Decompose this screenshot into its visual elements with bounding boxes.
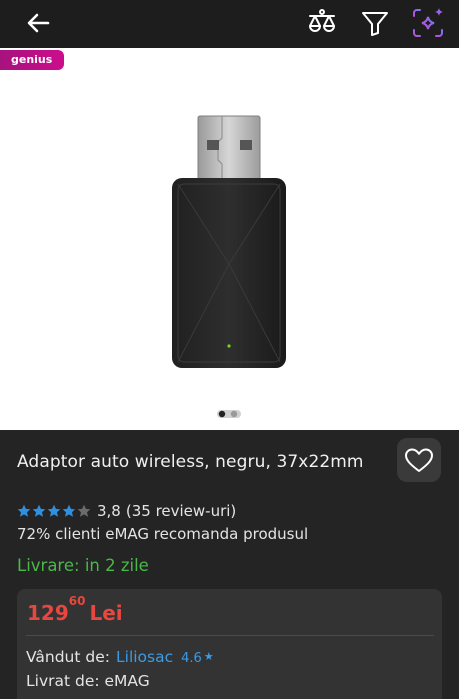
- review-count: (35 review-uri): [125, 502, 237, 520]
- sparkle-search-icon[interactable]: [411, 6, 445, 40]
- rating-row[interactable]: 3,8 (35 review-uri): [17, 501, 236, 521]
- top-bar: [0, 0, 459, 48]
- divider: [26, 635, 434, 636]
- star-icon: [17, 504, 31, 517]
- product-title: Adaptor auto wireless, negru, 37x22mm: [17, 452, 364, 472]
- sold-by: Vândut de: Liliosac 4.6 ★: [26, 648, 214, 666]
- price: 12960 Lei: [27, 594, 123, 625]
- star-icon: [77, 504, 91, 517]
- gallery-pagination[interactable]: [216, 408, 242, 420]
- shipped-by: Livrat de: eMAG: [26, 672, 150, 690]
- delivery-info: Livrare: in 2 zile: [17, 556, 149, 575]
- star-icon: [32, 504, 46, 517]
- product-gallery[interactable]: genius: [0, 48, 459, 430]
- favorite-button[interactable]: [397, 438, 441, 482]
- price-decimals: 60: [68, 594, 86, 609]
- product-title-row: Adaptor auto wireless, negru, 37x22mm: [0, 430, 459, 494]
- seller-star-icon: ★: [203, 650, 214, 663]
- filter-icon[interactable]: [358, 6, 392, 40]
- compare-scale-icon[interactable]: [305, 6, 339, 40]
- heart-icon: [405, 448, 433, 472]
- back-arrow-icon[interactable]: [22, 8, 54, 38]
- rating-value: 3,8: [97, 502, 121, 520]
- seller-rating: 4.6: [181, 651, 202, 666]
- recommend-text: 72% clienti eMAG recomanda produsul: [17, 525, 309, 543]
- product-image: [172, 115, 286, 368]
- sold-by-label: Vândut de:: [26, 648, 110, 666]
- seller-link[interactable]: Liliosac: [116, 648, 173, 666]
- genius-badge: genius: [0, 50, 64, 70]
- price-currency: Lei: [89, 601, 123, 625]
- price-integer: 129: [27, 601, 69, 625]
- star-icon: [47, 504, 61, 517]
- star-icon: [62, 504, 76, 517]
- offer-card: 12960 Lei Vândut de: Liliosac 4.6 ★ Livrat d…: [17, 589, 442, 699]
- rating-stars: [17, 504, 91, 518]
